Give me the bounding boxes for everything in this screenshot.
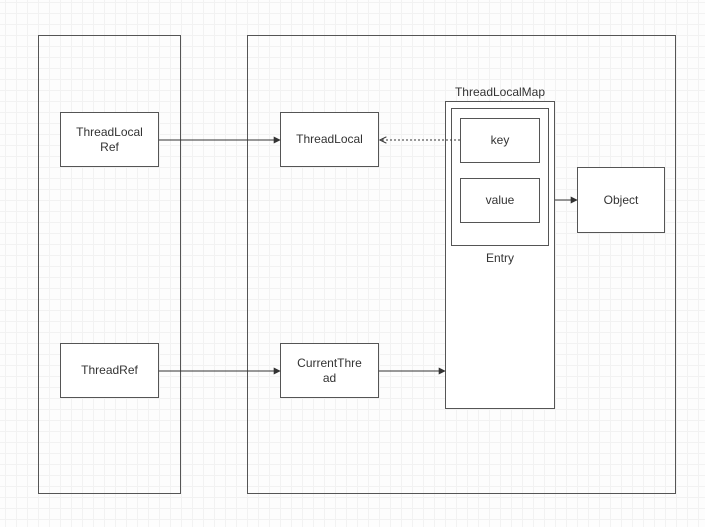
value-box: value — [460, 178, 540, 223]
threadlocal-ref-box: ThreadLocal Ref — [60, 112, 159, 167]
threadlocal-box: ThreadLocal — [280, 112, 379, 167]
object-box: Object — [577, 167, 665, 233]
current-thread-box: CurrentThre ad — [280, 343, 379, 398]
threadlocalmap-label: ThreadLocalMap — [445, 85, 555, 99]
key-box: key — [460, 118, 540, 163]
entry-label: Entry — [451, 251, 549, 265]
left-container — [38, 35, 181, 494]
thread-ref-box: ThreadRef — [60, 343, 159, 398]
